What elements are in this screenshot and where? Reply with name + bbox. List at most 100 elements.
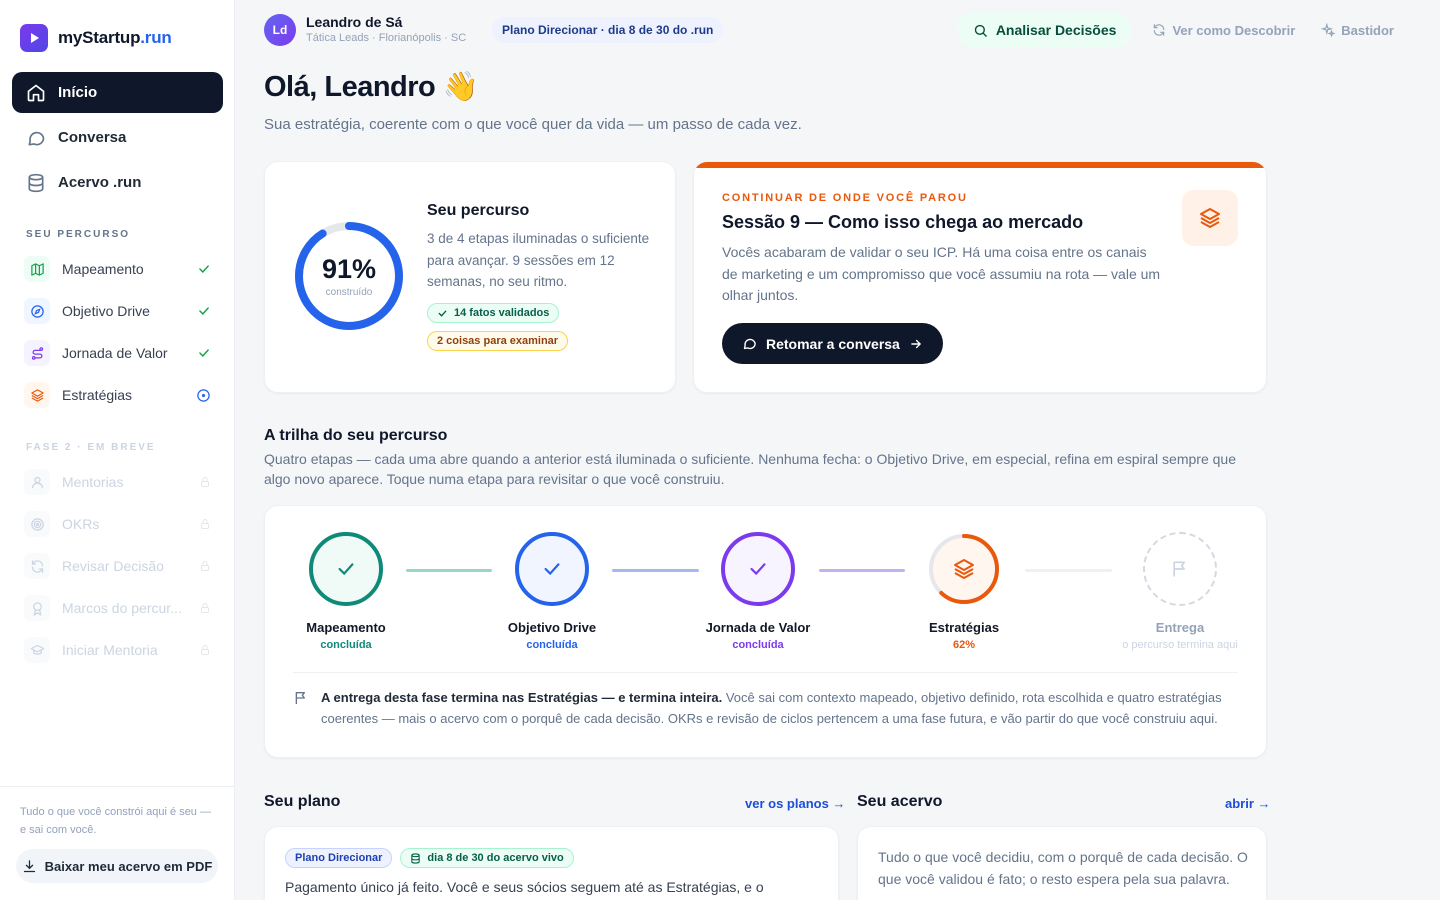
sidebar-item-label: Objetivo Drive: [62, 303, 150, 319]
check-icon: [199, 307, 209, 315]
sidebar-item-mapeamento[interactable]: Mapeamento: [12, 250, 223, 288]
ver-como-label: Ver como Descobrir: [1172, 22, 1296, 38]
check-icon: [438, 310, 447, 317]
retomar-label: Retomar a conversa: [766, 335, 900, 352]
main-nav: Início Conversa Acervo .run: [12, 72, 223, 207]
lock-icon: [201, 645, 209, 655]
chat-icon: [743, 338, 756, 350]
logo-play-icon: [20, 24, 48, 52]
logo[interactable]: myStartup.run: [20, 24, 172, 52]
trail-note-bold: A entrega desta fase termina nas Estraté…: [321, 690, 723, 705]
progress-percent-sub: construído: [325, 287, 373, 298]
estrategias-progress-ring: [927, 532, 1001, 606]
brand-name: myStartup.run: [58, 28, 172, 47]
nav-item-label: Início: [58, 84, 98, 101]
sidebar-item-label: Mentorias: [62, 474, 124, 490]
search-icon: [974, 24, 987, 37]
check-icon: [199, 349, 209, 357]
flag-icon: [295, 692, 305, 704]
avatar[interactable]: Ld: [264, 14, 296, 46]
sidebar: myStartup.run Início Conversa Acervo .ru…: [0, 0, 235, 900]
nav-item-acervo[interactable]: Acervo .run: [12, 162, 223, 203]
abrir-acervo-link[interactable]: abrir →: [1225, 796, 1271, 811]
page-subtitle: Sua estratégia, coerente com o que você …: [264, 116, 802, 133]
check-icon: [515, 532, 589, 606]
trail-title: A trilha do seu percurso: [264, 427, 448, 444]
progress-title: Seu percurso: [427, 202, 530, 219]
trail-node-status: o percurso termina aqui: [1122, 639, 1238, 651]
bastidor-button[interactable]: Bastidor: [1315, 12, 1400, 48]
layers-icon: [954, 559, 974, 579]
progress-percent: 91%: [321, 254, 377, 284]
plan-badge: Plano Direcionar · dia 8 de 30 do .run: [492, 17, 724, 43]
sidebar-item-mentorias: Mentorias: [12, 463, 223, 501]
examine-badge[interactable]: 2 coisas para examinar: [427, 331, 569, 351]
footer-text: Tudo o que você constrói aqui é seu — e …: [20, 806, 211, 836]
retomar-conversa-button[interactable]: Retomar a conversa: [722, 323, 943, 364]
trail-node-mapeamento[interactable]: Mapeamento concluída: [256, 532, 436, 651]
trail-node-jornada-de-valor[interactable]: Jornada de Valor concluída: [668, 532, 848, 651]
route-icon: [24, 340, 50, 366]
sidebar-item-okrs: OKRs: [12, 505, 223, 543]
user-subtitle: Tática Leads · Florianópolis · SC: [306, 32, 467, 44]
sparkle-icon: [1321, 23, 1336, 37]
nav-item-inicio[interactable]: Início: [12, 72, 223, 113]
trail-node-estrategias[interactable]: Estratégias 62%: [874, 532, 1054, 651]
page-title: Olá, Leandro 👋: [264, 71, 479, 103]
ver-planos-link[interactable]: ver os planos →: [745, 796, 845, 811]
ver-como-descobrir-button[interactable]: Ver como Descobrir: [1146, 12, 1301, 48]
percurso-list: Mapeamento Objetivo Drive Jornada de Val…: [12, 250, 223, 418]
database-icon: [411, 852, 421, 864]
nav-item-conversa[interactable]: Conversa: [12, 117, 223, 158]
sidebar-item-label: OKRs: [62, 516, 100, 532]
download-pdf-button[interactable]: Baixar meu acervo em PDF: [16, 849, 218, 883]
layers-icon: [1182, 190, 1238, 246]
trail-node-name: Objetivo Drive: [507, 620, 597, 635]
continue-card: CONTINUAR DE ONDE VOCÊ PAROU Sessão 9 — …: [693, 161, 1267, 393]
layers-icon: [24, 382, 50, 408]
day-badge: dia 8 de 30 do acervo vivo: [400, 848, 574, 868]
acervo-section-title: Seu acervo: [857, 793, 943, 810]
nav-item-label: Acervo .run: [58, 174, 142, 191]
sidebar-item-iniciar-mentoria: Iniciar Mentoria: [12, 631, 223, 669]
chat-icon: [28, 131, 45, 145]
section-label-fase2: FASE 2 · EM BREVE: [26, 442, 156, 453]
sidebar-item-jornada-de-valor[interactable]: Jornada de Valor: [12, 334, 223, 372]
analisar-decisoes-button[interactable]: Analisar Decisões: [956, 12, 1133, 48]
target-icon: [24, 511, 50, 537]
award-icon: [24, 595, 50, 621]
download-pdf-label: Baixar meu acervo em PDF: [44, 858, 213, 874]
in-progress-icon: [197, 388, 210, 402]
plan-badge: Plano Direcionar: [285, 848, 393, 868]
map-icon: [24, 256, 50, 282]
lock-icon: [201, 519, 209, 529]
trail-node-status: concluída: [320, 639, 372, 651]
trail-node-status: concluída: [526, 639, 578, 651]
flag-icon: [1143, 532, 1217, 606]
acervo-card: Tudo o que você decidiu, com o porquê de…: [857, 826, 1267, 900]
compass-icon: [24, 298, 50, 324]
sidebar-item-label: Marcos do percur...: [62, 600, 182, 616]
fase2-list: Mentorias OKRs Revisar Decisão Marcos do…: [12, 463, 223, 673]
lock-icon: [201, 603, 209, 613]
trail-node-name: Estratégias: [928, 620, 1000, 635]
bastidor-label: Bastidor: [1341, 22, 1394, 38]
acervo-text: Tudo o que você decidiu, com o porquê de…: [878, 849, 1248, 887]
sidebar-item-objetivo-drive[interactable]: Objetivo Drive: [12, 292, 223, 330]
arrow-right-icon: [911, 339, 921, 348]
trail-node-name: Jornada de Valor: [705, 620, 811, 635]
nav-item-label: Conversa: [58, 129, 127, 146]
check-icon: [721, 532, 795, 606]
trail-node-status: 62%: [952, 639, 976, 651]
continue-accent-bar: [694, 162, 1266, 168]
sidebar-item-label: Iniciar Mentoria: [62, 642, 158, 658]
trail-node-name: Entrega: [1155, 620, 1205, 635]
sidebar-item-label: Revisar Decisão: [62, 558, 164, 574]
refresh-icon: [24, 553, 50, 579]
lock-icon: [201, 561, 209, 571]
sidebar-item-estrategias[interactable]: Estratégias: [12, 376, 223, 414]
progress-ring: 91% construído: [293, 220, 405, 332]
trail-node-objetivo-drive[interactable]: Objetivo Drive concluída: [462, 532, 642, 651]
continue-kicker: CONTINUAR DE ONDE VOCÊ PAROU: [722, 192, 968, 204]
facts-badge[interactable]: 14 fatos validados: [427, 303, 560, 323]
